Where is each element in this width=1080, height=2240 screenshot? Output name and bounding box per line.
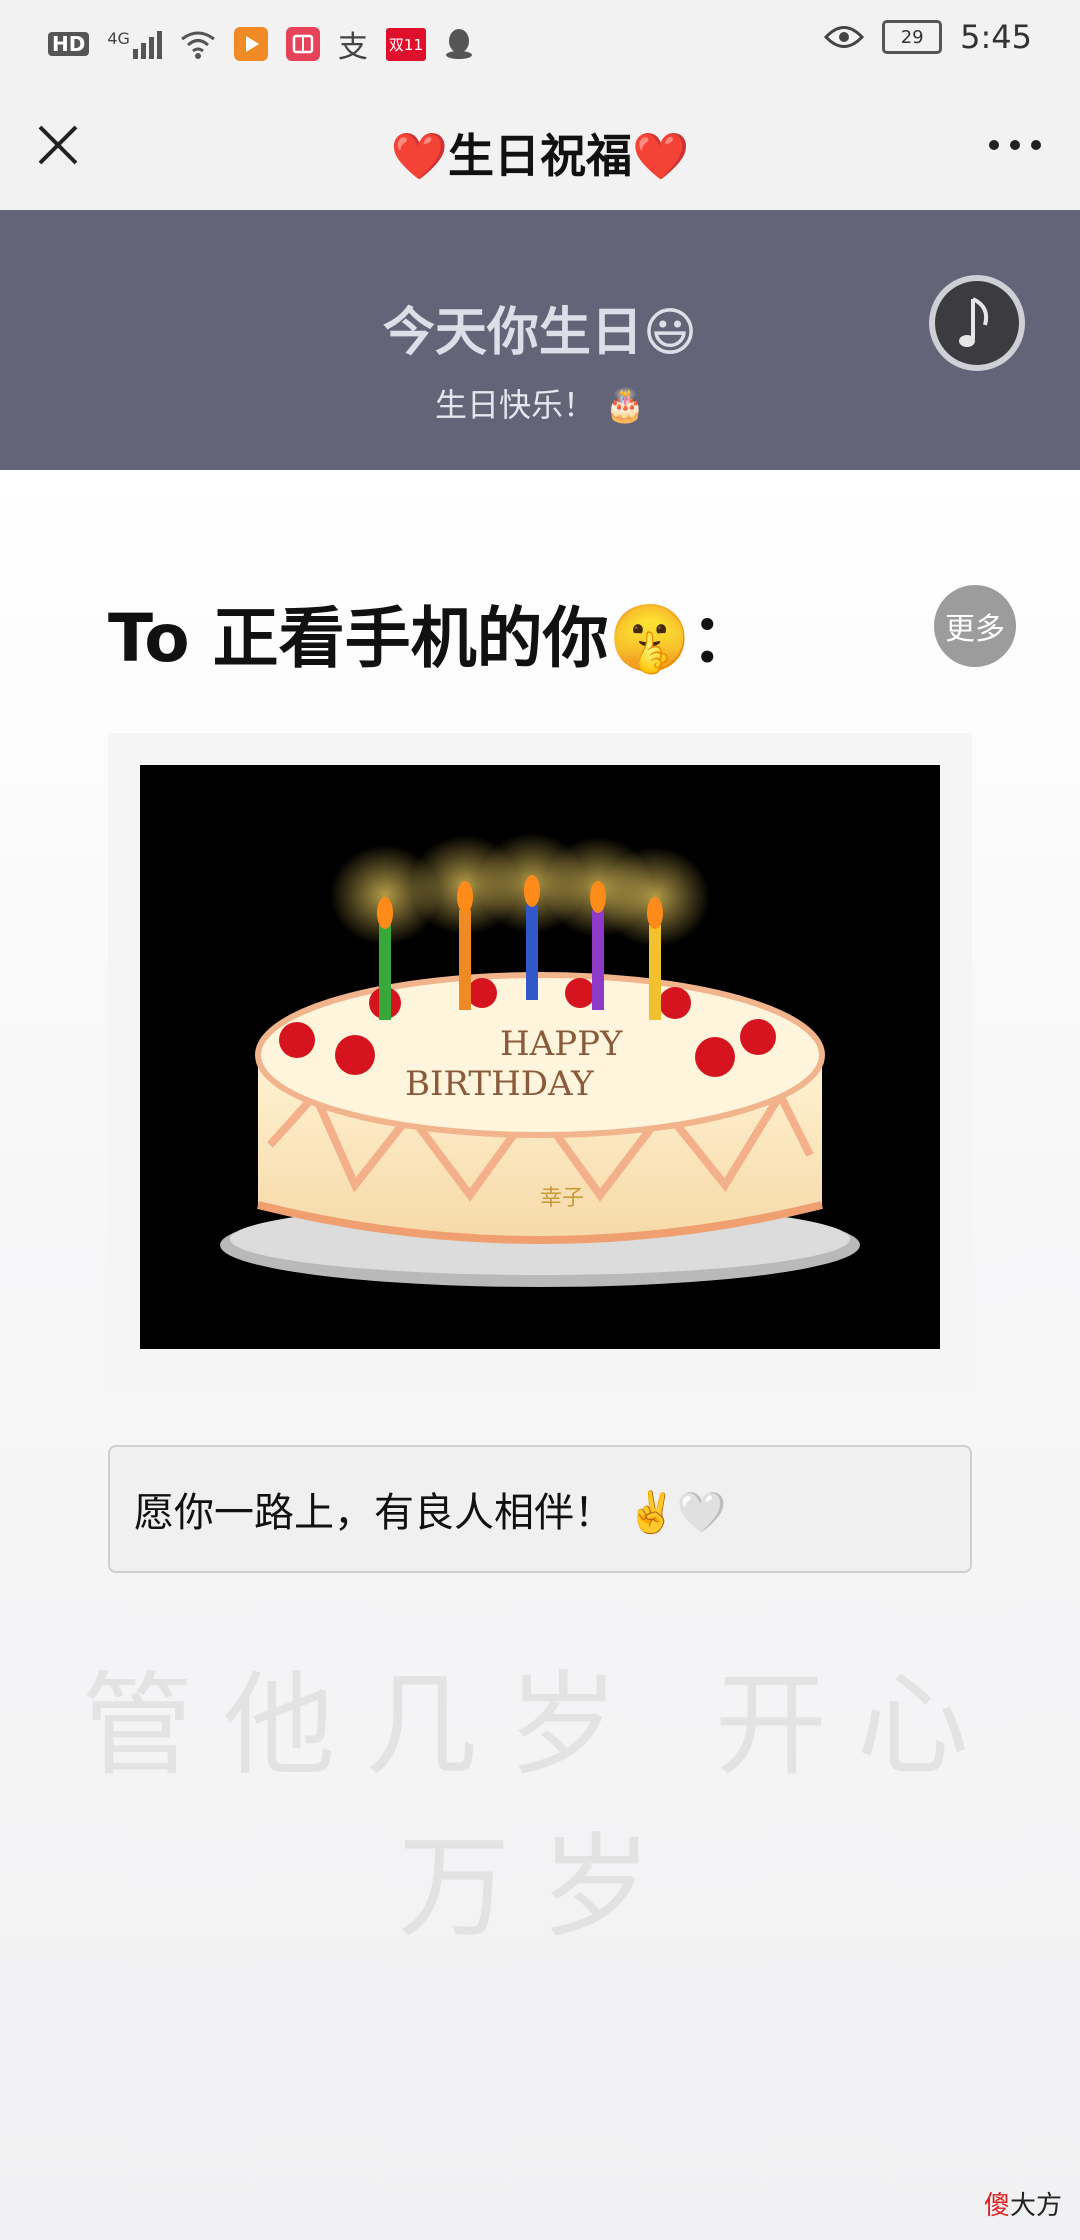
corner-logo: 傻大方	[984, 2185, 1062, 2222]
cake-text-birthday: BIRTHDAY	[405, 1064, 594, 1104]
background-watermark: 管他几岁 开心万岁	[81, 1661, 999, 1953]
book-app-icon	[285, 27, 320, 61]
wifi-icon	[181, 31, 215, 59]
cake-text-happy: HAPPY	[500, 1024, 623, 1064]
birthday-cake-image[interactable]: HAPPY BIRTHDAY 幸子	[140, 765, 940, 1349]
banner-subtitle: 生日快乐！ 🎂	[434, 386, 646, 424]
eye-icon	[824, 26, 865, 48]
music-toggle-button[interactable]	[929, 275, 1025, 371]
music-note-icon	[959, 297, 989, 347]
header-banner: 今天你生日😃 生日快乐！ 🎂	[0, 210, 1080, 470]
status-bar: HD 4G 支 双11 29 5:45	[0, 0, 1080, 80]
cake-name-text: 幸子	[540, 1186, 584, 1211]
more-button[interactable]: 更多	[934, 585, 1016, 667]
greeting-heading: To 正看手机的你🤫：	[108, 600, 757, 677]
status-time: 5:45	[960, 18, 1032, 56]
cake-illustration: HAPPY BIRTHDAY 幸子	[220, 833, 860, 1287]
more-options-icon[interactable]	[980, 115, 1050, 175]
status-right: 29 5:45	[824, 18, 1032, 56]
status-left: HD 4G 支 双11	[48, 22, 474, 66]
corner-logo-red: 傻	[983, 2191, 1010, 2221]
network-label: 4G	[107, 29, 130, 48]
qq-icon	[446, 29, 473, 59]
signal-4g-icon: 4G	[107, 29, 162, 59]
page-title: ❤️生日祝福❤️	[390, 129, 690, 183]
battery-level: 29	[900, 26, 924, 48]
double11-icon: 双11	[385, 27, 427, 61]
battery-icon: 29	[882, 20, 943, 54]
wish-message: 愿你一路上，有良人相伴！ ✌️🤍	[108, 1445, 972, 1573]
title-bar: ❤️生日祝福❤️	[0, 80, 1080, 210]
alipay-icon: 支	[337, 30, 368, 65]
hd-icon: HD	[48, 32, 90, 56]
video-app-icon	[233, 27, 268, 61]
banner-title: 今天你生日😃	[382, 303, 698, 363]
corner-logo-rest: 大方	[1009, 2191, 1062, 2221]
